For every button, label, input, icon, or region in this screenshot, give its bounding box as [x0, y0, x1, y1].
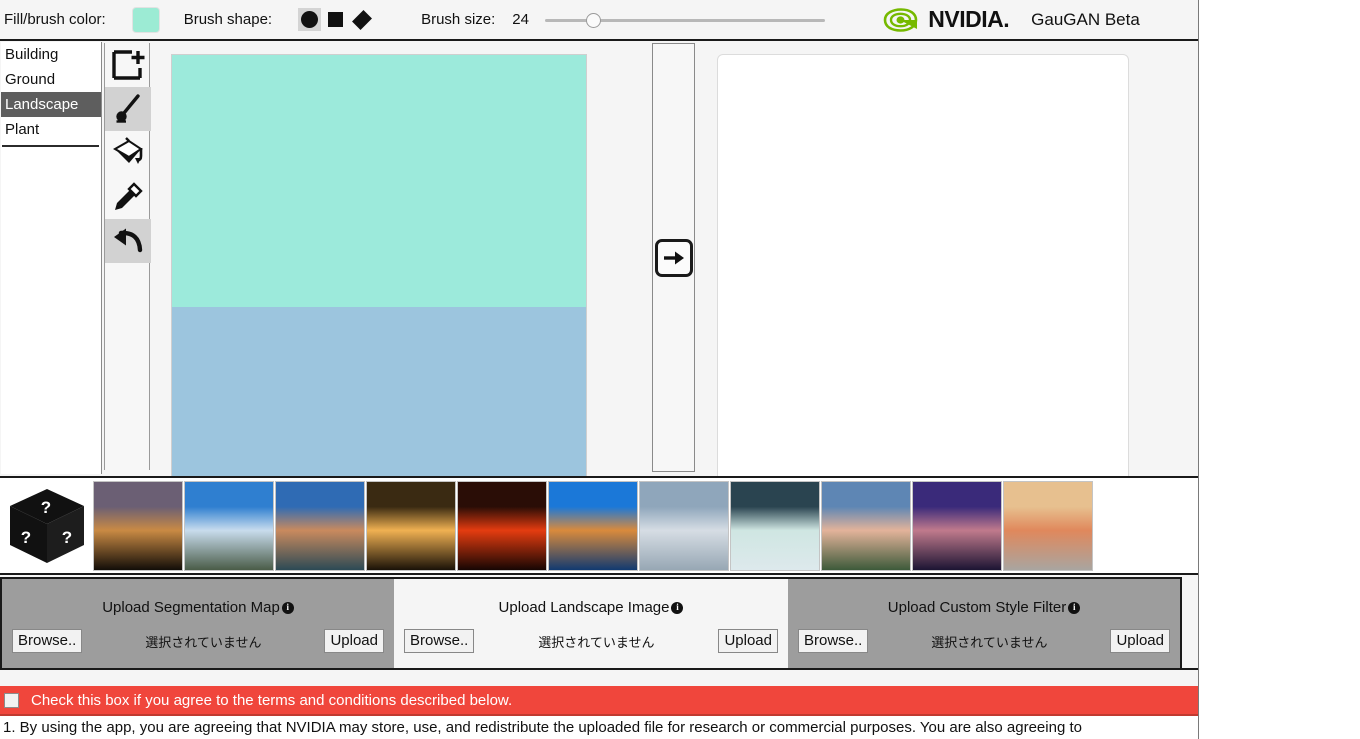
paint-bucket-icon	[112, 137, 143, 164]
upload-box: Upload Custom Style Filter i Browse.. 選択されて…	[788, 577, 1182, 670]
eyedropper-icon	[115, 182, 143, 210]
style-filter-strip: ? ? ?	[0, 476, 1198, 575]
label-text: Building	[5, 46, 59, 63]
undo-button[interactable]	[105, 219, 151, 263]
render-button[interactable]	[654, 238, 693, 277]
no-file-selected-text: 選択されていません	[931, 634, 1048, 650]
browse-button[interactable]: Browse..	[798, 629, 869, 654]
upload-controls: Browse.. 選択されていません Upload	[788, 629, 1180, 654]
arrow-right-icon	[663, 251, 684, 264]
terms-agreement-bar: Check this box if you agree to the terms…	[0, 686, 1198, 716]
slider-thumb[interactable]	[585, 12, 601, 28]
upload-button[interactable]: Upload	[1110, 629, 1170, 654]
browse-button[interactable]: Browse..	[12, 629, 83, 654]
canvas-sky-region[interactable]	[172, 55, 586, 307]
style-thumbnail[interactable]	[457, 481, 547, 571]
style-thumbnail[interactable]	[912, 481, 1002, 571]
style-thumbnail[interactable]	[821, 481, 911, 571]
no-file-selected-text: 選択されていません	[538, 634, 655, 650]
random-style-button[interactable]: ? ? ?	[2, 481, 92, 571]
nvidia-eye-icon	[883, 7, 918, 32]
brush-size-value: 24	[512, 11, 529, 28]
generated-image-panel	[717, 54, 1129, 509]
style-thumbnail[interactable]	[275, 481, 365, 571]
page-title: GauGAN Beta	[1031, 9, 1140, 29]
square-icon	[328, 12, 344, 27]
eyedropper-button[interactable]	[105, 175, 151, 219]
upload-title-text: Upload Segmentation Map	[102, 599, 280, 616]
no-file-selected-text: 選択されていません	[145, 634, 262, 650]
new-canvas-button[interactable]	[105, 43, 151, 87]
brush-tool-button[interactable]	[105, 87, 151, 131]
circle-icon	[301, 11, 319, 28]
terms-checkbox[interactable]	[4, 692, 19, 708]
style-thumbnails: ? ? ?	[2, 481, 1093, 573]
terms-clause-1: 1. By using the app, you are agreeing th…	[0, 716, 1198, 739]
style-thumbnail[interactable]	[366, 481, 456, 571]
brush-shape-circle-button[interactable]	[298, 8, 322, 31]
svg-text:?: ?	[62, 528, 72, 547]
brush-shape-square-button[interactable]	[324, 8, 347, 31]
label-text: Plant	[5, 121, 40, 138]
diamond-icon	[351, 9, 372, 30]
brush-size-label: Brush size:	[421, 11, 496, 28]
upload-row: Upload Segmentation Map i Browse.. 選択されていませ…	[0, 577, 1198, 670]
label-divider	[2, 145, 99, 147]
upload-title-text: Upload Custom Style Filter	[887, 599, 1067, 616]
gaugan-app-window: Fill/brush color: Brush shape: Brush siz…	[0, 0, 1360, 739]
undo-icon	[114, 228, 143, 253]
app-frame: Fill/brush color: Brush shape: Brush siz…	[0, 0, 1199, 739]
top-toolbar: Fill/brush color: Brush shape: Brush siz…	[0, 0, 1198, 41]
new-canvas-icon	[112, 50, 145, 80]
fill-color-label: Fill/brush color:	[4, 11, 106, 28]
label-list: Building Ground Landscape Plant	[1, 42, 102, 474]
upload-button[interactable]: Upload	[324, 629, 384, 654]
upload-box-title: Upload Landscape Image i	[499, 599, 684, 616]
label-text: Landscape	[5, 96, 79, 113]
brush-shape-diamond-button[interactable]	[350, 8, 373, 31]
upload-button[interactable]: Upload	[718, 629, 778, 654]
svg-text:?: ?	[21, 528, 31, 547]
sidebar-item-building[interactable]: Building	[1, 42, 101, 67]
info-icon[interactable]: i	[671, 601, 684, 614]
style-thumbnail[interactable]	[730, 481, 820, 571]
upload-title-text: Upload Landscape Image	[498, 599, 670, 616]
brush-size-slider[interactable]	[545, 10, 826, 30]
work-area: Building Ground Landscape Plant	[0, 41, 1198, 509]
nvidia-brand: NVIDIA.	[881, 6, 1010, 33]
style-thumbnail[interactable]	[639, 481, 729, 571]
brush-shape-label: Brush shape:	[183, 11, 273, 28]
brush-icon	[116, 94, 140, 123]
paint-bucket-button[interactable]	[105, 131, 151, 175]
info-icon[interactable]: i	[281, 601, 294, 614]
label-text: Ground	[5, 71, 56, 88]
style-thumbnail[interactable]	[184, 481, 274, 571]
segmentation-canvas[interactable]	[171, 54, 587, 509]
info-icon[interactable]: i	[1068, 601, 1081, 614]
upload-controls: Browse.. 選択されていません Upload	[2, 629, 394, 654]
nvidia-wordmark: NVIDIA.	[928, 6, 1010, 32]
sidebar-item-plant[interactable]: Plant	[1, 117, 101, 142]
tool-palette	[104, 43, 151, 470]
style-thumbnail[interactable]	[1003, 481, 1093, 571]
render-column	[652, 43, 695, 472]
dice-question-icon: ? ? ?	[10, 489, 84, 563]
upload-box-title: Upload Segmentation Map i	[102, 599, 294, 616]
style-thumbnail[interactable]	[548, 481, 638, 571]
terms-agree-label: Check this box if you agree to the terms…	[31, 691, 513, 709]
sidebar-item-ground[interactable]: Ground	[1, 67, 101, 92]
sidebar-item-landscape[interactable]: Landscape	[1, 92, 101, 117]
brush-shape-group	[298, 8, 373, 31]
upload-box: Upload Landscape Image i Browse.. 選択されていません…	[394, 577, 788, 670]
fill-color-swatch[interactable]	[131, 6, 160, 33]
upload-box-title: Upload Custom Style Filter i	[887, 599, 1081, 616]
browse-button[interactable]: Browse..	[404, 629, 475, 654]
upload-box: Upload Segmentation Map i Browse.. 選択されていませ…	[0, 577, 394, 670]
style-thumbnail[interactable]	[93, 481, 183, 571]
upload-controls: Browse.. 選択されていません Upload	[394, 629, 788, 654]
svg-text:?: ?	[41, 498, 51, 517]
